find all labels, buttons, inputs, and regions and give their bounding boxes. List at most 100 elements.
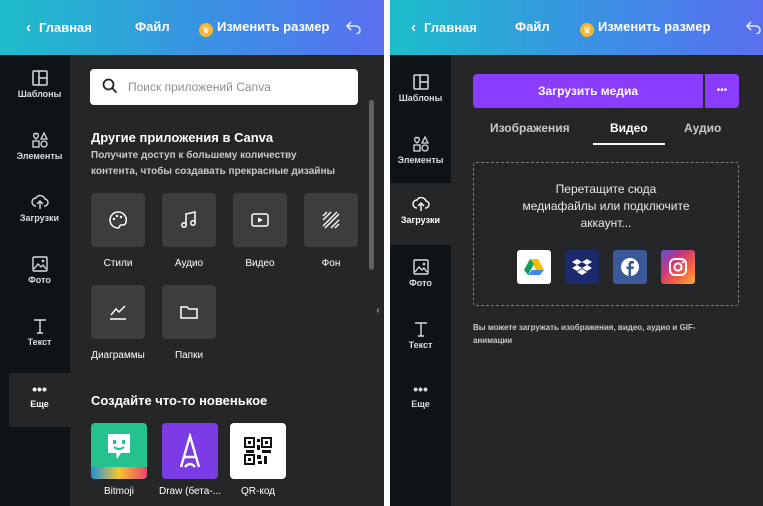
- sidebar-item-elements[interactable]: Элементы: [390, 135, 451, 165]
- subtitle-line: Получите доступ к большему количеству: [91, 150, 297, 161]
- back-home-button[interactable]: ‹ Главная: [411, 19, 477, 36]
- facebook-icon[interactable]: [613, 250, 647, 284]
- upload-icon: [411, 196, 430, 211]
- more-options-button[interactable]: •••: [705, 74, 739, 108]
- sidebar-label: Элементы: [397, 155, 444, 165]
- resize-label: Изменить размер: [217, 19, 330, 34]
- tab-images[interactable]: Изображения: [490, 121, 570, 135]
- sidebar-item-more[interactable]: ••• Еще: [390, 381, 451, 409]
- app-tile-charts[interactable]: [91, 285, 145, 339]
- active-tab-indicator: [593, 143, 665, 145]
- app-bitmoji[interactable]: [91, 423, 147, 479]
- app-label: QR-код: [241, 486, 275, 497]
- sidebar-item-photos[interactable]: Фото: [9, 255, 70, 285]
- upload-media-button[interactable]: Загрузить медиа: [473, 74, 703, 108]
- app-tile-video[interactable]: [233, 193, 287, 247]
- palette-icon: [109, 211, 127, 229]
- uploads-panel: Загрузить медиа ••• Изображения Видео Ау…: [451, 55, 763, 506]
- sidebar-item-text[interactable]: Текст: [390, 320, 451, 350]
- tab-video[interactable]: Видео: [610, 121, 648, 135]
- bitmoji-icon: [108, 434, 130, 459]
- sidebar: Шаблоны Элементы Загрузки Фото Текст •••…: [390, 55, 451, 506]
- top-bar: ‹ Главная Файл ♛ Изменить размер: [0, 0, 384, 55]
- sidebar-label: Фото: [409, 278, 432, 288]
- elements-icon: [412, 135, 429, 152]
- sidebar-item-uploads[interactable]: Загрузки: [9, 193, 70, 223]
- sidebar-label: Шаблоны: [398, 93, 443, 103]
- chevron-left-icon: ‹: [411, 19, 416, 36]
- undo-icon[interactable]: [745, 20, 762, 37]
- sidebar-item-text[interactable]: Текст: [9, 317, 70, 347]
- instagram-icon[interactable]: [661, 250, 695, 284]
- subtitle-line: контента, чтобы создавать прекрасные диз…: [91, 166, 336, 177]
- undo-icon[interactable]: [345, 20, 362, 37]
- app-qr-code[interactable]: [230, 423, 286, 479]
- file-menu[interactable]: Файл: [135, 19, 170, 34]
- section-title: Другие приложения в Canva: [91, 130, 274, 145]
- app-draw[interactable]: [162, 423, 218, 479]
- home-label: Главная: [39, 20, 92, 35]
- app-tile-audio[interactable]: [162, 193, 216, 247]
- sidebar-label: Элементы: [16, 151, 63, 161]
- sidebar-label: Текст: [408, 340, 433, 350]
- google-drive-icon[interactable]: [517, 250, 551, 284]
- upload-hint: Вы можете загружать изображения, видео, …: [473, 321, 696, 347]
- app-tile-background[interactable]: [304, 193, 358, 247]
- right-panel: ‹ Главная Файл ♛ Изменить размер Шаблоны Э…: [390, 0, 763, 506]
- back-home-button[interactable]: ‹ Главная: [26, 19, 92, 36]
- collapse-panel-handle[interactable]: ‹: [372, 283, 384, 339]
- tile-label: Папки: [174, 350, 204, 361]
- chart-line-icon: [110, 305, 126, 320]
- dropzone-line: аккаунт...: [580, 216, 632, 230]
- dropzone-line: Перетащите сюда: [555, 182, 657, 196]
- templates-icon: [412, 74, 429, 90]
- sidebar-label: Фото: [28, 275, 51, 285]
- tab-audio[interactable]: Аудио: [684, 121, 721, 135]
- dropzone-line: медиафайлы или подключите: [522, 199, 690, 213]
- templates-icon: [31, 70, 48, 86]
- apps-panel: Поиск приложений Canva Другие приложения…: [70, 55, 384, 506]
- home-label: Главная: [424, 20, 477, 35]
- dropzone-text: Перетащите сюда медиафайлы или подключит…: [474, 181, 738, 232]
- hint-line: Вы можете загружать изображения, видео, …: [473, 323, 696, 332]
- sidebar-label: Еще: [411, 399, 430, 409]
- sidebar-label: Текст: [27, 337, 52, 347]
- sidebar-item-templates[interactable]: Шаблоны: [390, 73, 451, 103]
- app-label: Bitmoji: [103, 486, 134, 497]
- tile-label: Диаграммы: [91, 350, 145, 361]
- resize-label: Изменить размер: [598, 19, 711, 34]
- app-tile-folders[interactable]: [162, 285, 216, 339]
- text-icon: [33, 319, 46, 334]
- sidebar-item-uploads[interactable]: Загрузки: [390, 183, 451, 245]
- draw-icon: [179, 433, 201, 468]
- sidebar: Шаблоны Элементы Загрузки Фото Текст •••…: [9, 55, 70, 506]
- sidebar-item-elements[interactable]: Элементы: [9, 131, 70, 161]
- dropzone[interactable]: Перетащите сюда медиафайлы или подключит…: [473, 162, 739, 306]
- crown-icon: ♛: [199, 23, 213, 37]
- sidebar-label: Загрузки: [400, 215, 441, 225]
- resize-button[interactable]: ♛ Изменить размер: [580, 19, 710, 37]
- file-menu[interactable]: Файл: [515, 19, 550, 34]
- dropbox-icon[interactable]: [565, 250, 599, 284]
- left-panel: ‹ Главная Файл ♛ Изменить размер Шаблоны Э…: [0, 0, 384, 506]
- app-tile-styles[interactable]: [91, 193, 145, 247]
- scrollbar[interactable]: [369, 100, 374, 270]
- search-input[interactable]: Поиск приложений Canva: [90, 69, 358, 105]
- section-subtitle: Получите доступ к большему количеству ко…: [91, 148, 335, 180]
- sidebar-label: Еще: [30, 399, 49, 409]
- music-note-icon: [181, 211, 196, 228]
- app-label: Draw (бета-...: [159, 486, 221, 497]
- sidebar-item-photos[interactable]: Фото: [390, 258, 451, 288]
- sidebar-item-more[interactable]: ••• Еще: [9, 373, 70, 427]
- top-bar: ‹ Главная Файл ♛ Изменить размер: [390, 0, 763, 55]
- sidebar-item-templates[interactable]: Шаблоны: [9, 69, 70, 99]
- folder-icon: [180, 306, 198, 319]
- more-icon: •••: [413, 381, 428, 397]
- tile-label: Аудио: [174, 258, 204, 269]
- chevron-left-icon: ‹: [26, 19, 31, 36]
- text-icon: [414, 322, 427, 337]
- video-icon: [251, 213, 269, 227]
- resize-button[interactable]: ♛ Изменить размер: [199, 19, 329, 37]
- elements-icon: [31, 131, 48, 148]
- hint-line: анимации: [473, 336, 513, 345]
